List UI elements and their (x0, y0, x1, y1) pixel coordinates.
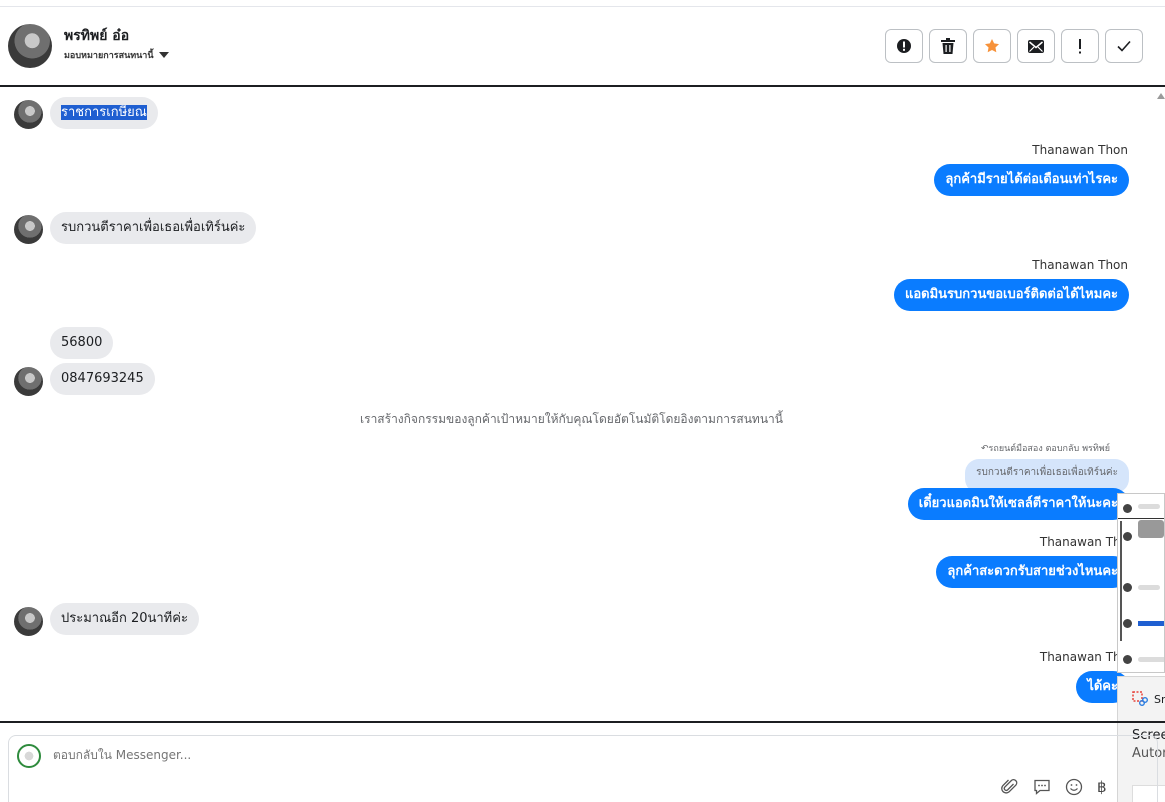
composer-divider (0, 721, 1165, 723)
incoming-message[interactable]: 0847693245 (50, 363, 155, 395)
contact-avatar-small (14, 607, 43, 636)
incoming-message[interactable]: 56800 (50, 327, 114, 359)
outgoing-message[interactable]: ลุกค้าสะดวกรับสายช่วงไหนคะ (936, 556, 1129, 588)
thumb-avatar (1123, 583, 1132, 592)
star-icon (985, 39, 999, 53)
composer-toolbar: ฿ (1001, 778, 1115, 796)
reply-input[interactable] (53, 748, 453, 762)
reply-context: ↶รถยนต์มือสอง ตอบกลับ พรทิพย์ (981, 444, 1110, 454)
notification-app: Sn (1132, 691, 1165, 707)
message-thread[interactable]: ราชการเกษียณ Thanawan Thon ลุกค้ามีรายได… (0, 88, 1165, 721)
contact-avatar-small (14, 100, 43, 129)
assign-conversation-dropdown[interactable]: มอบหมายการสนทนานี้ (64, 48, 169, 62)
thumb-avatar (1123, 504, 1132, 513)
emoji-icon[interactable] (1065, 778, 1083, 796)
outgoing-message[interactable]: เดี๋ยวแอดมินให้เซลล์ตีราคาให้นะคะ (907, 488, 1129, 520)
outgoing-message[interactable]: ลุกค้ามีรายได้ต่อเดือนเท่าไรคะ (934, 164, 1129, 196)
reply-composer: ฿ (8, 735, 1158, 802)
page-avatar (17, 744, 41, 768)
sender-name: Thanawan Tho (1039, 535, 1128, 549)
thumb-avatar (1123, 655, 1132, 664)
mark-spam-button[interactable] (885, 29, 923, 63)
thumb-image (1138, 520, 1164, 538)
thumb-avatar (1123, 619, 1132, 628)
thumb-line (1138, 585, 1160, 590)
sender-name: Thanawan Thon (1032, 143, 1128, 157)
sender-name: Thanawan Thon (1032, 258, 1128, 272)
mark-done-button[interactable] (1105, 29, 1143, 63)
system-note: เราสร้างกิจกรรมของลูกค้าเป้าหมายให้กับคุ… (360, 412, 783, 426)
assign-label: มอบหมายการสนทนานี้ (64, 51, 154, 61)
baht-icon[interactable]: ฿ (1097, 778, 1115, 796)
incoming-message[interactable]: ประมาณอีก 20นาทีค่ะ (50, 603, 199, 635)
paperclip-icon[interactable] (1001, 778, 1019, 796)
follow-up-button[interactable] (1061, 29, 1099, 63)
trash-icon (941, 38, 955, 54)
envelope-icon (1028, 39, 1044, 53)
delete-button[interactable] (929, 29, 967, 63)
contact-name[interactable]: พรทิพย์ อ๋อ (64, 25, 129, 47)
thumb-avatar (1123, 532, 1132, 541)
thumb-selection (1138, 621, 1164, 626)
star-button[interactable] (973, 29, 1011, 63)
incoming-message[interactable]: ราชการเกษียณ (50, 97, 158, 129)
contact-avatar[interactable] (8, 24, 52, 68)
outgoing-message[interactable]: แอดมินรบกวนขอเบอร์ติดต่อได้ไหมคะ (893, 279, 1129, 311)
contact-avatar-small (14, 367, 43, 396)
check-icon (1117, 40, 1131, 52)
thumb-scrollbar (1120, 521, 1122, 641)
incoming-message[interactable]: รบกวนตีราคาเพื่อเธอเพื่อเทิร์นค่ะ (50, 212, 257, 244)
header-actions (885, 29, 1143, 63)
sender-name: Thanawan Tho (1039, 650, 1128, 664)
mark-unread-button[interactable] (1017, 29, 1055, 63)
thumb-line (1138, 657, 1164, 662)
exclamation-icon (1079, 38, 1081, 53)
contact-avatar-small (14, 215, 43, 244)
screenshot-preview[interactable] (1117, 493, 1165, 673)
snipping-tool-icon (1132, 691, 1148, 706)
conversation-header: พรทิพย์ อ๋อ มอบหมายการสนทนานี้ (0, 7, 1165, 87)
saved-reply-icon[interactable] (1033, 778, 1051, 796)
selected-text: ราชการเกษียณ (61, 105, 147, 120)
caret-down-icon (158, 52, 169, 58)
mark-spam-icon (897, 39, 911, 53)
notification-app-name: Sn (1154, 692, 1165, 706)
scroll-up-arrow-icon[interactable] (1157, 93, 1165, 99)
thumb-divider (1118, 518, 1164, 519)
thumb-line (1138, 504, 1160, 509)
